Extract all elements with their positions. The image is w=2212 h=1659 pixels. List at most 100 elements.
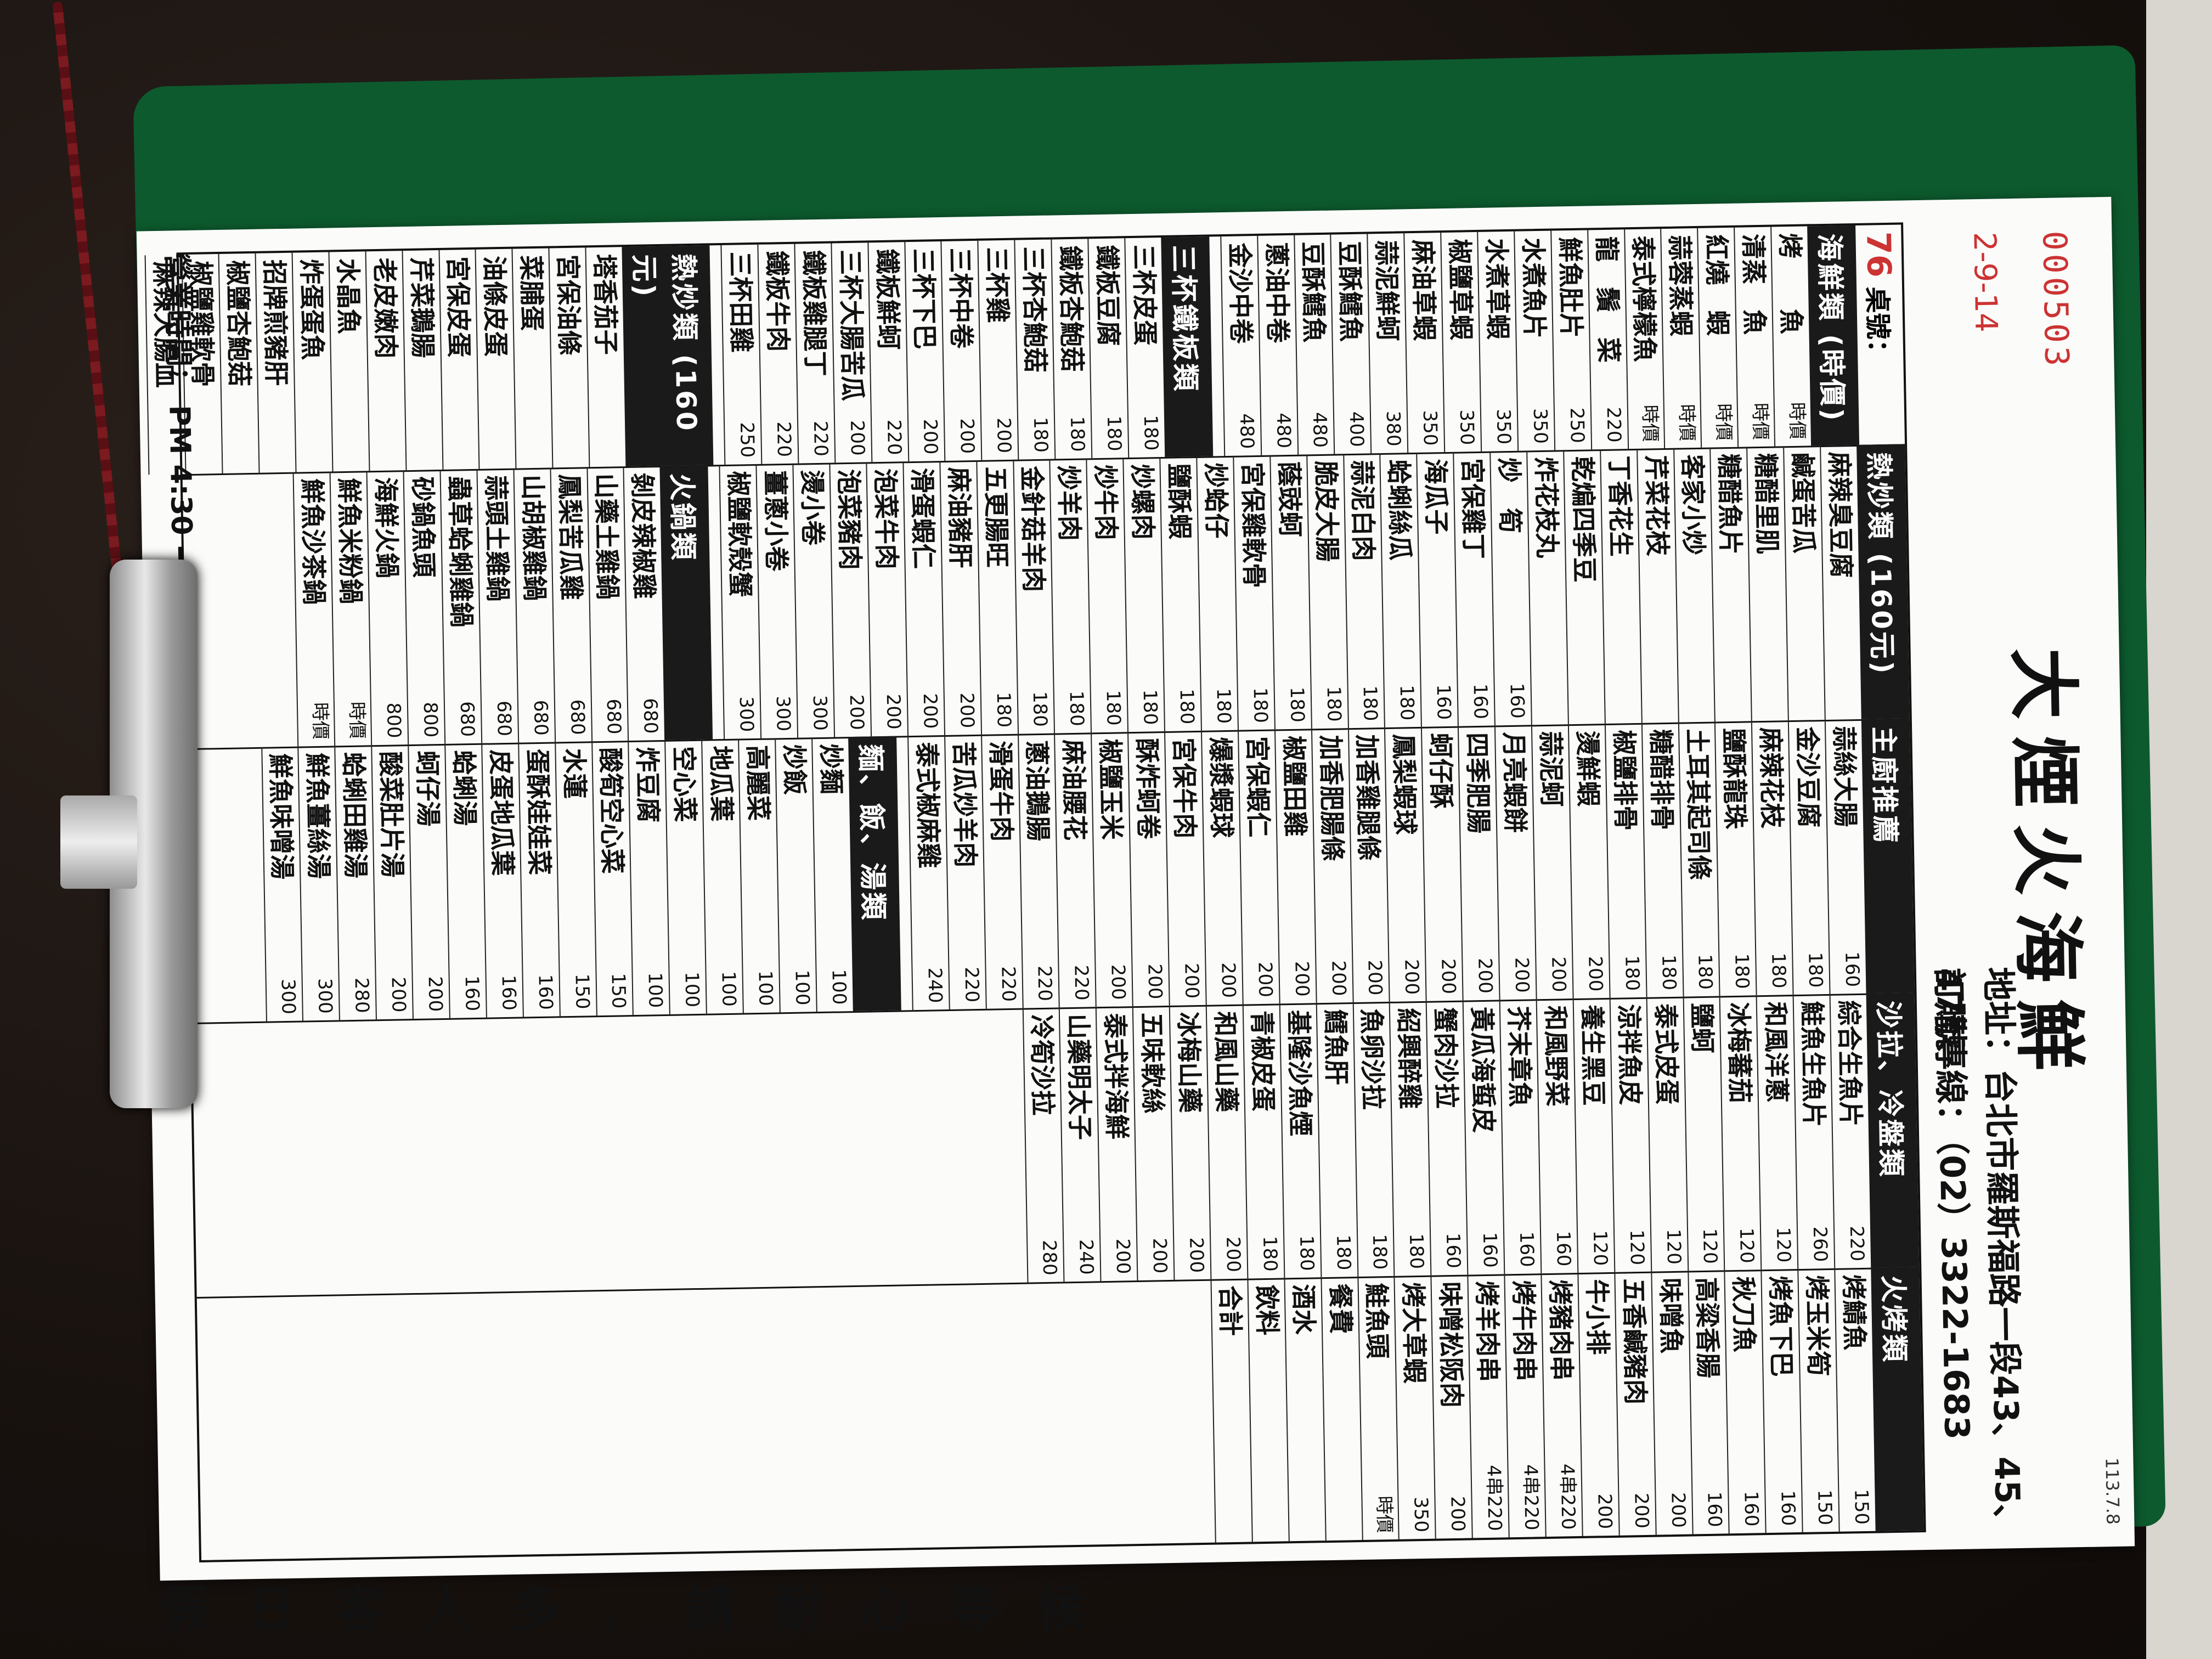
menu-item-price: 350 bbox=[1418, 410, 1442, 446]
menu-item-price: 380 bbox=[1382, 410, 1405, 447]
menu-item-name: 鹹蛋苦瓜 bbox=[1787, 452, 1819, 554]
menu-item-row: 麻辣臭豆腐 bbox=[1820, 444, 1861, 720]
menu-item-price: 300 bbox=[313, 978, 337, 1014]
menu-item-row: 紹興醉雞 180 bbox=[1389, 1001, 1431, 1276]
menu-item-name: 土耳其起司條 bbox=[1682, 728, 1715, 881]
menu-item-row: 炒牛肉 180 bbox=[1086, 458, 1128, 733]
menu-item-price: 200 bbox=[845, 694, 868, 731]
menu-item-name: 鮮魚米粉鍋 bbox=[334, 477, 366, 605]
menu-item-price: 280 bbox=[1038, 1239, 1061, 1276]
menu-item-name: 餐費 bbox=[1325, 1283, 1356, 1335]
menu-item-price: 200 bbox=[918, 693, 941, 729]
menu-item-name: 酸筍空心菜 bbox=[595, 747, 628, 874]
grill-list: 烤鯖魚 150 烤玉米筍 150 烤魚下巴 160 秋刀魚 160 高粱香腸 160 味噌魚 200 五… bbox=[1210, 1267, 1876, 1543]
menu-item-row: 三杯中卷 200 bbox=[940, 240, 981, 461]
menu-item-price: 180 bbox=[1249, 687, 1272, 724]
menu-item-name: 海鮮火鍋 bbox=[370, 477, 403, 579]
menu-item-name: 水蓮 bbox=[558, 748, 590, 799]
menu-item-row: 涼拌魚皮 120 bbox=[1609, 997, 1651, 1272]
menu-item-name: 椒鹽玉米 bbox=[1095, 738, 1127, 840]
menu-item-row: 蟹肉沙拉 160 bbox=[1425, 1000, 1468, 1276]
menu-item-name: 燙鮮蝦 bbox=[1572, 730, 1604, 807]
menu-item-row: 泡菜牛肉 200 bbox=[866, 461, 907, 737]
menu-item-price: 180 bbox=[1331, 1234, 1355, 1271]
menu-item-name: 鮮魚味噌湯 bbox=[265, 753, 297, 880]
column-stirfry: 熱炒類 (160元) 麻辣臭豆腐 鹹蛋苦瓜 糖醋里肌 糖醋魚片 客家小炒 芹菜花枝 丁香花生… bbox=[182, 444, 1910, 751]
menu-item-price: 180 bbox=[1102, 415, 1125, 452]
menu-item-name: 鳳梨蝦球 bbox=[1389, 733, 1420, 835]
menu-item-price: 220 bbox=[809, 420, 832, 457]
menu-item-name: 鳳梨苦瓜雞 bbox=[554, 473, 586, 601]
menu-item-row: 蔥油中卷 480 bbox=[1256, 235, 1297, 455]
menu-item-row: 蒜泥白肉 180 bbox=[1342, 453, 1385, 729]
menu-item-name: 牛小排 bbox=[1582, 1278, 1613, 1355]
menu-item-name: 味噌松阪肉 bbox=[1435, 1281, 1467, 1408]
column-salad: 沙拉、冷盤類 綜合生魚片 220 鮭魚生魚片 260 和風洋蔥 120 冰梅蕃茄 120 鹽蚵 1… bbox=[191, 992, 1920, 1299]
menu-item-row: 泡菜豬肉 200 bbox=[829, 462, 871, 737]
menu-item-row: 鹹蛋苦瓜 bbox=[1783, 445, 1825, 721]
menu-item-name: 炒螺肉 bbox=[1127, 464, 1158, 540]
menu-item-row: 苦瓜炒羊肉 220 bbox=[944, 734, 986, 1009]
menu-item-row: 椒鹽軟殼蟹 300 bbox=[719, 464, 761, 740]
section-title-iron: 三杯鐵板類 bbox=[1161, 236, 1214, 457]
menu-item-price: 160 bbox=[1776, 1490, 1799, 1526]
menu-item-row: 鮭魚生魚片 260 bbox=[1792, 994, 1835, 1269]
menu-sheet: 000503 大煙火海鮮 113.7.8 2-9-14 地址：台北市羅斯福路一段… bbox=[136, 196, 2135, 1581]
menu-content: 000503 大煙火海鮮 113.7.8 2-9-14 地址：台北市羅斯福路一段… bbox=[137, 197, 2135, 1581]
menu-item-price bbox=[1645, 710, 1674, 716]
menu-item-name: 烤豬肉串 bbox=[1545, 1279, 1577, 1381]
menu-item-name: 炒飯 bbox=[779, 744, 810, 795]
menu-item-row: 脆皮大腸 180 bbox=[1306, 454, 1348, 729]
menu-item-name: 蟲草蛤蜊雞鍋 bbox=[444, 475, 477, 628]
menu-item-row: 蒜絲大腸 160 bbox=[1824, 719, 1866, 994]
menu-item-name: 糖醋排骨 bbox=[1645, 729, 1677, 831]
menu-item-price: 100 bbox=[644, 972, 667, 1008]
menu-item-name: 招牌煎豬肝 bbox=[259, 259, 291, 386]
menu-item-row: 水煮魚片 350 bbox=[1514, 230, 1554, 451]
menu-item-row: 烤鯖魚 150 bbox=[1834, 1267, 1876, 1532]
menu-item-price bbox=[1535, 712, 1564, 718]
menu-item-price: 200 bbox=[1437, 958, 1460, 995]
menu-item-name: 泡菜豬肉 bbox=[833, 469, 865, 571]
menu-item-price: 180 bbox=[1657, 954, 1680, 991]
menu-item-row: 糖醋魚片 bbox=[1709, 447, 1752, 722]
menu-item-price: 時價 bbox=[1639, 404, 1662, 442]
menu-item-row: 炸豆腐 100 bbox=[628, 740, 670, 1015]
menu-item-name: 老皮嫩肉 bbox=[369, 257, 401, 359]
column-chef: 主廚推薦 蒜絲大腸 160 金沙豆腐 180 麻辣花枝 180 鹽酥龍珠 180 土耳其起司條 1… bbox=[187, 718, 1915, 1025]
menu-item-price: 300 bbox=[735, 696, 758, 732]
menu-item-row: 酥炸蚵卷 200 bbox=[1127, 731, 1169, 1007]
menu-item-price bbox=[1682, 710, 1711, 716]
menu-item-price: 260 bbox=[1809, 1226, 1832, 1262]
menu-item-price: 680 bbox=[566, 699, 589, 736]
menu-item-row: 養生黑豆 120 bbox=[1572, 997, 1615, 1273]
menu-item-price: 400 bbox=[1345, 411, 1368, 448]
menu-item-row: 泰式皮蛋 120 bbox=[1646, 996, 1688, 1272]
menu-item-price: 350 bbox=[1409, 1496, 1432, 1533]
menu-item-price: 220 bbox=[1033, 965, 1056, 1002]
menu-item-price: 160 bbox=[1740, 1491, 1763, 1527]
section-title-seafood: 海鮮類 (時價) bbox=[1807, 225, 1860, 446]
menu-item-name: 魚卵沙拉 bbox=[1357, 1008, 1389, 1110]
menu-item-price: 150 bbox=[1813, 1489, 1836, 1526]
menu-item-name: 宮保雞丁 bbox=[1457, 458, 1489, 560]
menu-item-name: 鹽蚵 bbox=[1687, 1002, 1718, 1054]
menu-item-row: 燙小卷 300 bbox=[792, 462, 834, 738]
menu-item-name: 炸花枝丸 bbox=[1531, 456, 1562, 558]
menu-item-name: 三杯皮蛋 bbox=[1128, 244, 1160, 346]
menu-item-name: 和風洋蔥 bbox=[1760, 1001, 1792, 1103]
menu-item-price: 160 bbox=[534, 974, 557, 1011]
menu-item-row: 椒鹽草蝦 350 bbox=[1440, 232, 1481, 453]
menu-item-row: 加香雞腿條 200 bbox=[1347, 727, 1390, 1003]
menu-item-price: 200 bbox=[1254, 961, 1277, 998]
menu-item-name: 蔥油鵝腸 bbox=[1022, 740, 1053, 842]
menu-item-row: 蒜頭土雞鍋 680 bbox=[476, 468, 518, 743]
menu-item-row: 五香鹹豬肉 200 bbox=[1614, 1271, 1656, 1536]
menu-item-price: 220 bbox=[1070, 964, 1093, 1001]
column-seafood: 76 桌號： 海鮮類 (時價) 烤 魚時價 清蒸 魚時價 紅燒 蝦時價 蒜蓉蒸蝦 時價泰… bbox=[145, 224, 1905, 476]
menu-item-name: 紹興醉雞 bbox=[1393, 1007, 1425, 1109]
menu-item-name: 涼拌魚皮 bbox=[1613, 1003, 1645, 1105]
menu-item-name: 冷筍沙拉 bbox=[1026, 1014, 1058, 1116]
menu-item-price: 200 bbox=[845, 420, 868, 456]
menu-item-row: 薑蔥小卷 300 bbox=[755, 463, 798, 738]
